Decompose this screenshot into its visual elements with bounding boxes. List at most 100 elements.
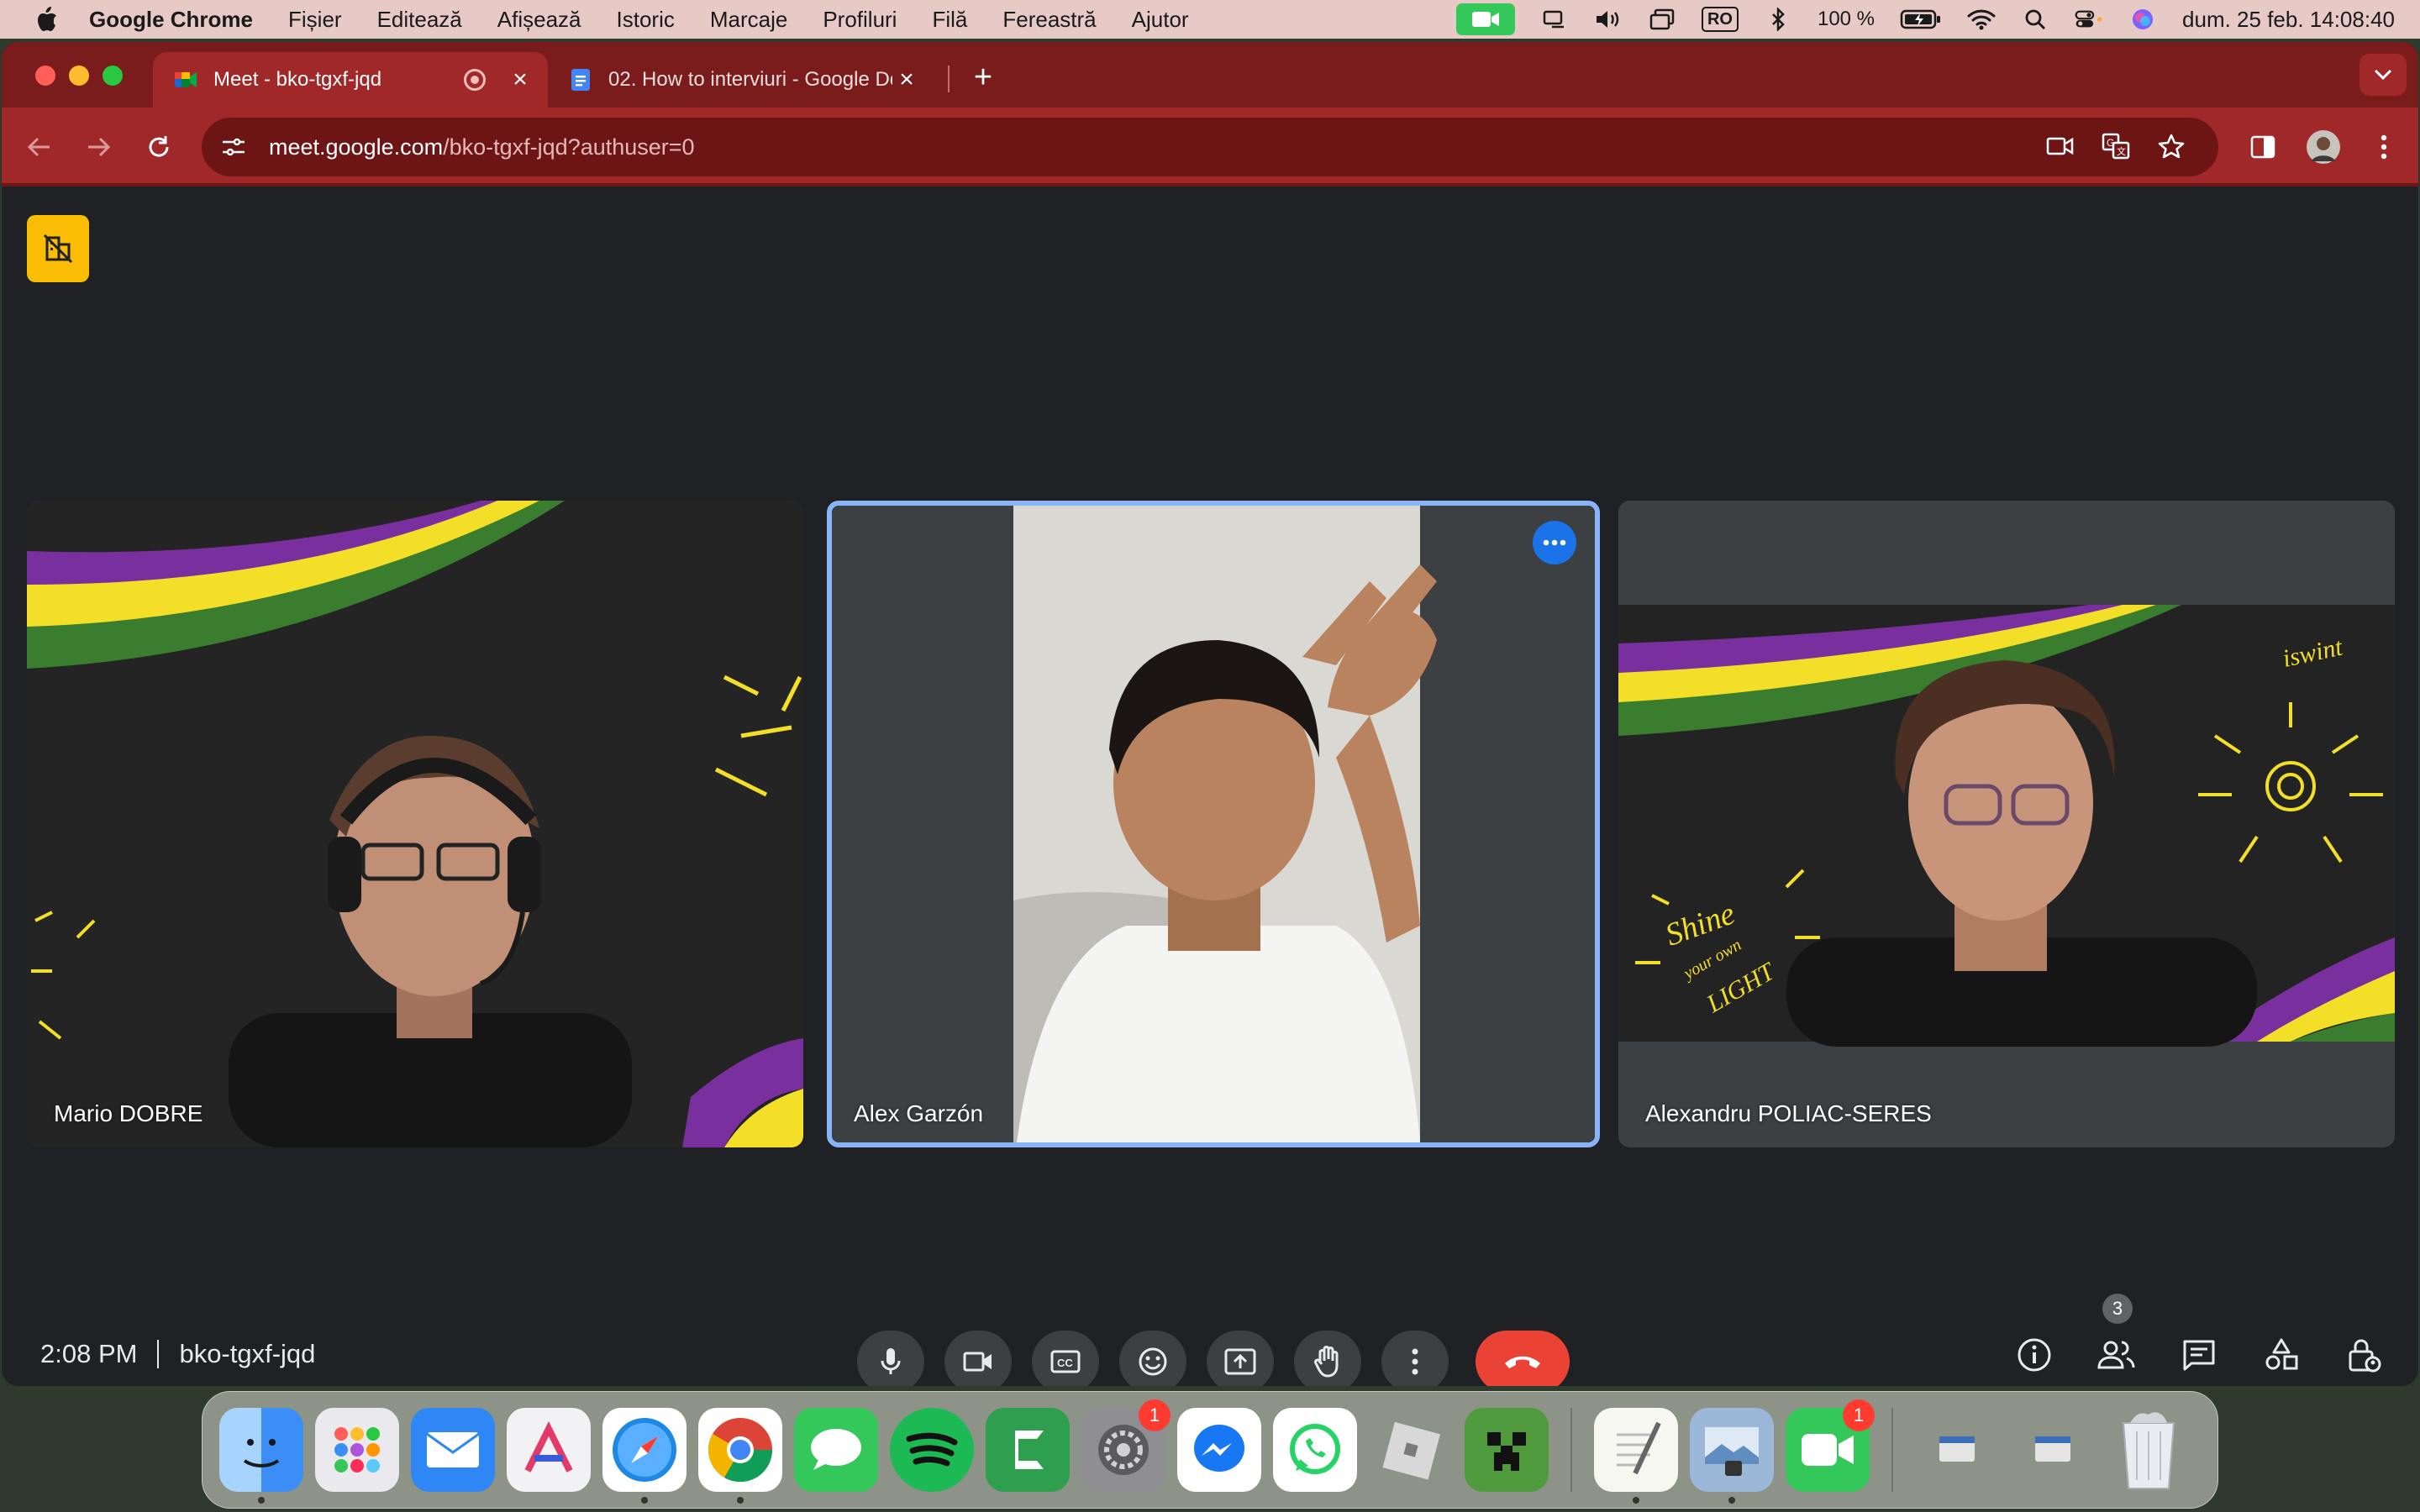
menubar-clock[interactable]: dum. 25 feb. 14:08:40 xyxy=(2182,7,2395,33)
notification-badge: 1 xyxy=(1843,1399,1875,1431)
dock-app-preview[interactable] xyxy=(1690,1408,1774,1504)
input-source-indicator[interactable]: RO xyxy=(1701,7,1739,32)
dock-app-safari[interactable] xyxy=(602,1408,687,1504)
present-screen-button[interactable] xyxy=(1207,1331,1274,1386)
tab-meet[interactable]: Meet - bko-tgxf-jqd × xyxy=(153,52,548,108)
videocam-icon xyxy=(963,1352,992,1372)
reactions-button[interactable] xyxy=(1119,1331,1186,1386)
new-tab-plus-icon[interactable]: + xyxy=(965,59,1002,96)
stage-manager-icon[interactable] xyxy=(1648,8,1676,31)
dock-app-whatsapp[interactable] xyxy=(1273,1408,1357,1492)
activities-button[interactable] xyxy=(2260,1334,2302,1376)
menu-help[interactable]: Ajutor xyxy=(1132,7,1189,33)
dock-app-minecraft[interactable] xyxy=(1465,1408,1549,1492)
url-text[interactable]: meet.google.com/bko-tgxf-jqd?authuser=0 xyxy=(269,134,695,160)
camera-in-use-icon[interactable] xyxy=(1455,3,1515,35)
leave-call-button[interactable] xyxy=(1476,1331,1570,1386)
microphone-icon xyxy=(881,1348,901,1374)
apple-menu-icon[interactable] xyxy=(34,5,59,34)
dock-app-affinity[interactable] xyxy=(507,1408,591,1492)
raise-hand-button[interactable] xyxy=(1294,1331,1361,1386)
more-options-icon[interactable] xyxy=(1533,521,1576,564)
textedit-icon xyxy=(1617,1421,1661,1475)
back-arrow-icon[interactable] xyxy=(20,128,59,166)
tab-search-chevron-down-icon[interactable] xyxy=(2360,54,2407,96)
window-minimize-button[interactable] xyxy=(69,66,89,86)
host-controls-button[interactable] xyxy=(2343,1334,2385,1376)
menu-app-name[interactable]: Google Chrome xyxy=(89,7,253,33)
window-zoom-button[interactable] xyxy=(103,66,123,86)
profile-avatar[interactable] xyxy=(2304,128,2343,166)
bookmark-star-icon[interactable] xyxy=(2154,129,2188,163)
dock-app-finder[interactable] xyxy=(219,1408,303,1504)
dock-app-camtasia[interactable] xyxy=(986,1408,1070,1492)
dock-app-facetime[interactable]: 1 xyxy=(1786,1399,1875,1492)
window-close-button[interactable] xyxy=(35,66,55,86)
dock-app-roblox[interactable] xyxy=(1369,1408,1453,1492)
dock-app-mail[interactable] xyxy=(411,1408,495,1492)
camera-in-use-icon[interactable] xyxy=(2044,129,2077,163)
meeting-info: 2:08 PM bko-tgxf-jqd xyxy=(40,1337,315,1371)
wifi-icon[interactable] xyxy=(1967,8,1996,31)
camera-button[interactable] xyxy=(944,1331,1012,1386)
meeting-code: bko-tgxf-jqd xyxy=(179,1339,316,1368)
menu-edit[interactable]: Editează xyxy=(377,7,462,33)
more-options-button[interactable] xyxy=(1381,1331,1449,1386)
dock-app-chrome[interactable] xyxy=(698,1408,782,1504)
google-meet-favicon-icon xyxy=(175,72,197,87)
running-indicator xyxy=(258,1497,265,1504)
participant-tile-active-speaker[interactable]: Alex Garzón xyxy=(827,501,1600,1147)
volume-icon[interactable] xyxy=(1594,8,1623,31)
video-feed: iswint Shine your own LIGHT xyxy=(1618,501,2395,1147)
facetime-video-icon xyxy=(1802,1434,1854,1466)
microphone-button[interactable] xyxy=(857,1331,924,1386)
dock-app-system-settings[interactable]: 1 xyxy=(1081,1399,1171,1492)
people-count-badge: 3 xyxy=(2102,1294,2133,1324)
control-center-icon[interactable] xyxy=(2075,8,2103,31)
menu-history[interactable]: Istoric xyxy=(617,7,675,33)
menu-window[interactable]: Fereastră xyxy=(1002,7,1096,33)
siri-icon[interactable] xyxy=(2128,8,2157,31)
reload-icon[interactable] xyxy=(139,128,178,166)
tab-close-icon[interactable]: × xyxy=(506,66,534,94)
captions-button[interactable]: CC xyxy=(1032,1331,1099,1386)
menu-tab[interactable]: Filă xyxy=(932,7,967,33)
google-docs-favicon-icon xyxy=(571,69,590,91)
menu-file[interactable]: Fișier xyxy=(288,7,342,33)
menu-profiles[interactable]: Profiluri xyxy=(823,7,897,33)
dock-app-messages[interactable] xyxy=(794,1408,878,1492)
tab-google-docs[interactable]: 02. How to interviuri - Google Docs × xyxy=(556,52,934,108)
dock-app-trash[interactable] xyxy=(2107,1408,2191,1492)
dock-minimized-window[interactable] xyxy=(1915,1408,1999,1492)
raise-hand-icon xyxy=(1314,1346,1339,1378)
chrome-menu-kebab-icon[interactable] xyxy=(2365,128,2403,166)
dock-minimized-window[interactable] xyxy=(2011,1408,2095,1492)
launchpad-grid-icon xyxy=(334,1427,380,1473)
dock-separator xyxy=(1891,1408,1893,1492)
participant-tile[interactable]: Mario DOBRE xyxy=(27,501,803,1147)
translate-icon[interactable]: G文 xyxy=(2099,129,2133,163)
participant-tile[interactable]: iswint Shine your own LIGHT Alexandru PO… xyxy=(1618,501,2395,1147)
whatsapp-icon xyxy=(1290,1424,1340,1474)
dock-app-textedit[interactable] xyxy=(1594,1408,1678,1504)
battery-charging-icon[interactable] xyxy=(1900,8,1942,31)
bluetooth-icon[interactable] xyxy=(1764,8,1792,31)
site-settings-tune-icon[interactable] xyxy=(217,130,250,164)
menu-bookmarks[interactable]: Marcaje xyxy=(710,7,787,33)
tab-close-icon[interactable]: × xyxy=(892,66,921,94)
chat-button[interactable] xyxy=(2178,1334,2220,1376)
address-bar[interactable]: meet.google.com/bko-tgxf-jqd?authuser=0 … xyxy=(202,118,2218,176)
dock-app-messenger[interactable] xyxy=(1177,1408,1261,1492)
side-panel-icon[interactable] xyxy=(2244,128,2282,166)
spotlight-search-icon[interactable] xyxy=(2021,8,2049,31)
menu-view[interactable]: Afișează xyxy=(497,7,581,33)
screen-mirroring-icon[interactable] xyxy=(1540,8,1569,31)
forward-arrow-icon[interactable] xyxy=(79,128,118,166)
dock-app-spotify[interactable] xyxy=(890,1408,974,1492)
people-button[interactable]: 3 xyxy=(2096,1294,2138,1376)
meeting-details-info-icon[interactable] xyxy=(2013,1334,2055,1376)
dock-separator xyxy=(1570,1408,1572,1492)
dock-app-launchpad[interactable] xyxy=(315,1408,399,1492)
tab-title: Meet - bko-tgxf-jqd xyxy=(213,68,382,91)
hidden-business-hotspot-icon[interactable] xyxy=(27,215,89,282)
